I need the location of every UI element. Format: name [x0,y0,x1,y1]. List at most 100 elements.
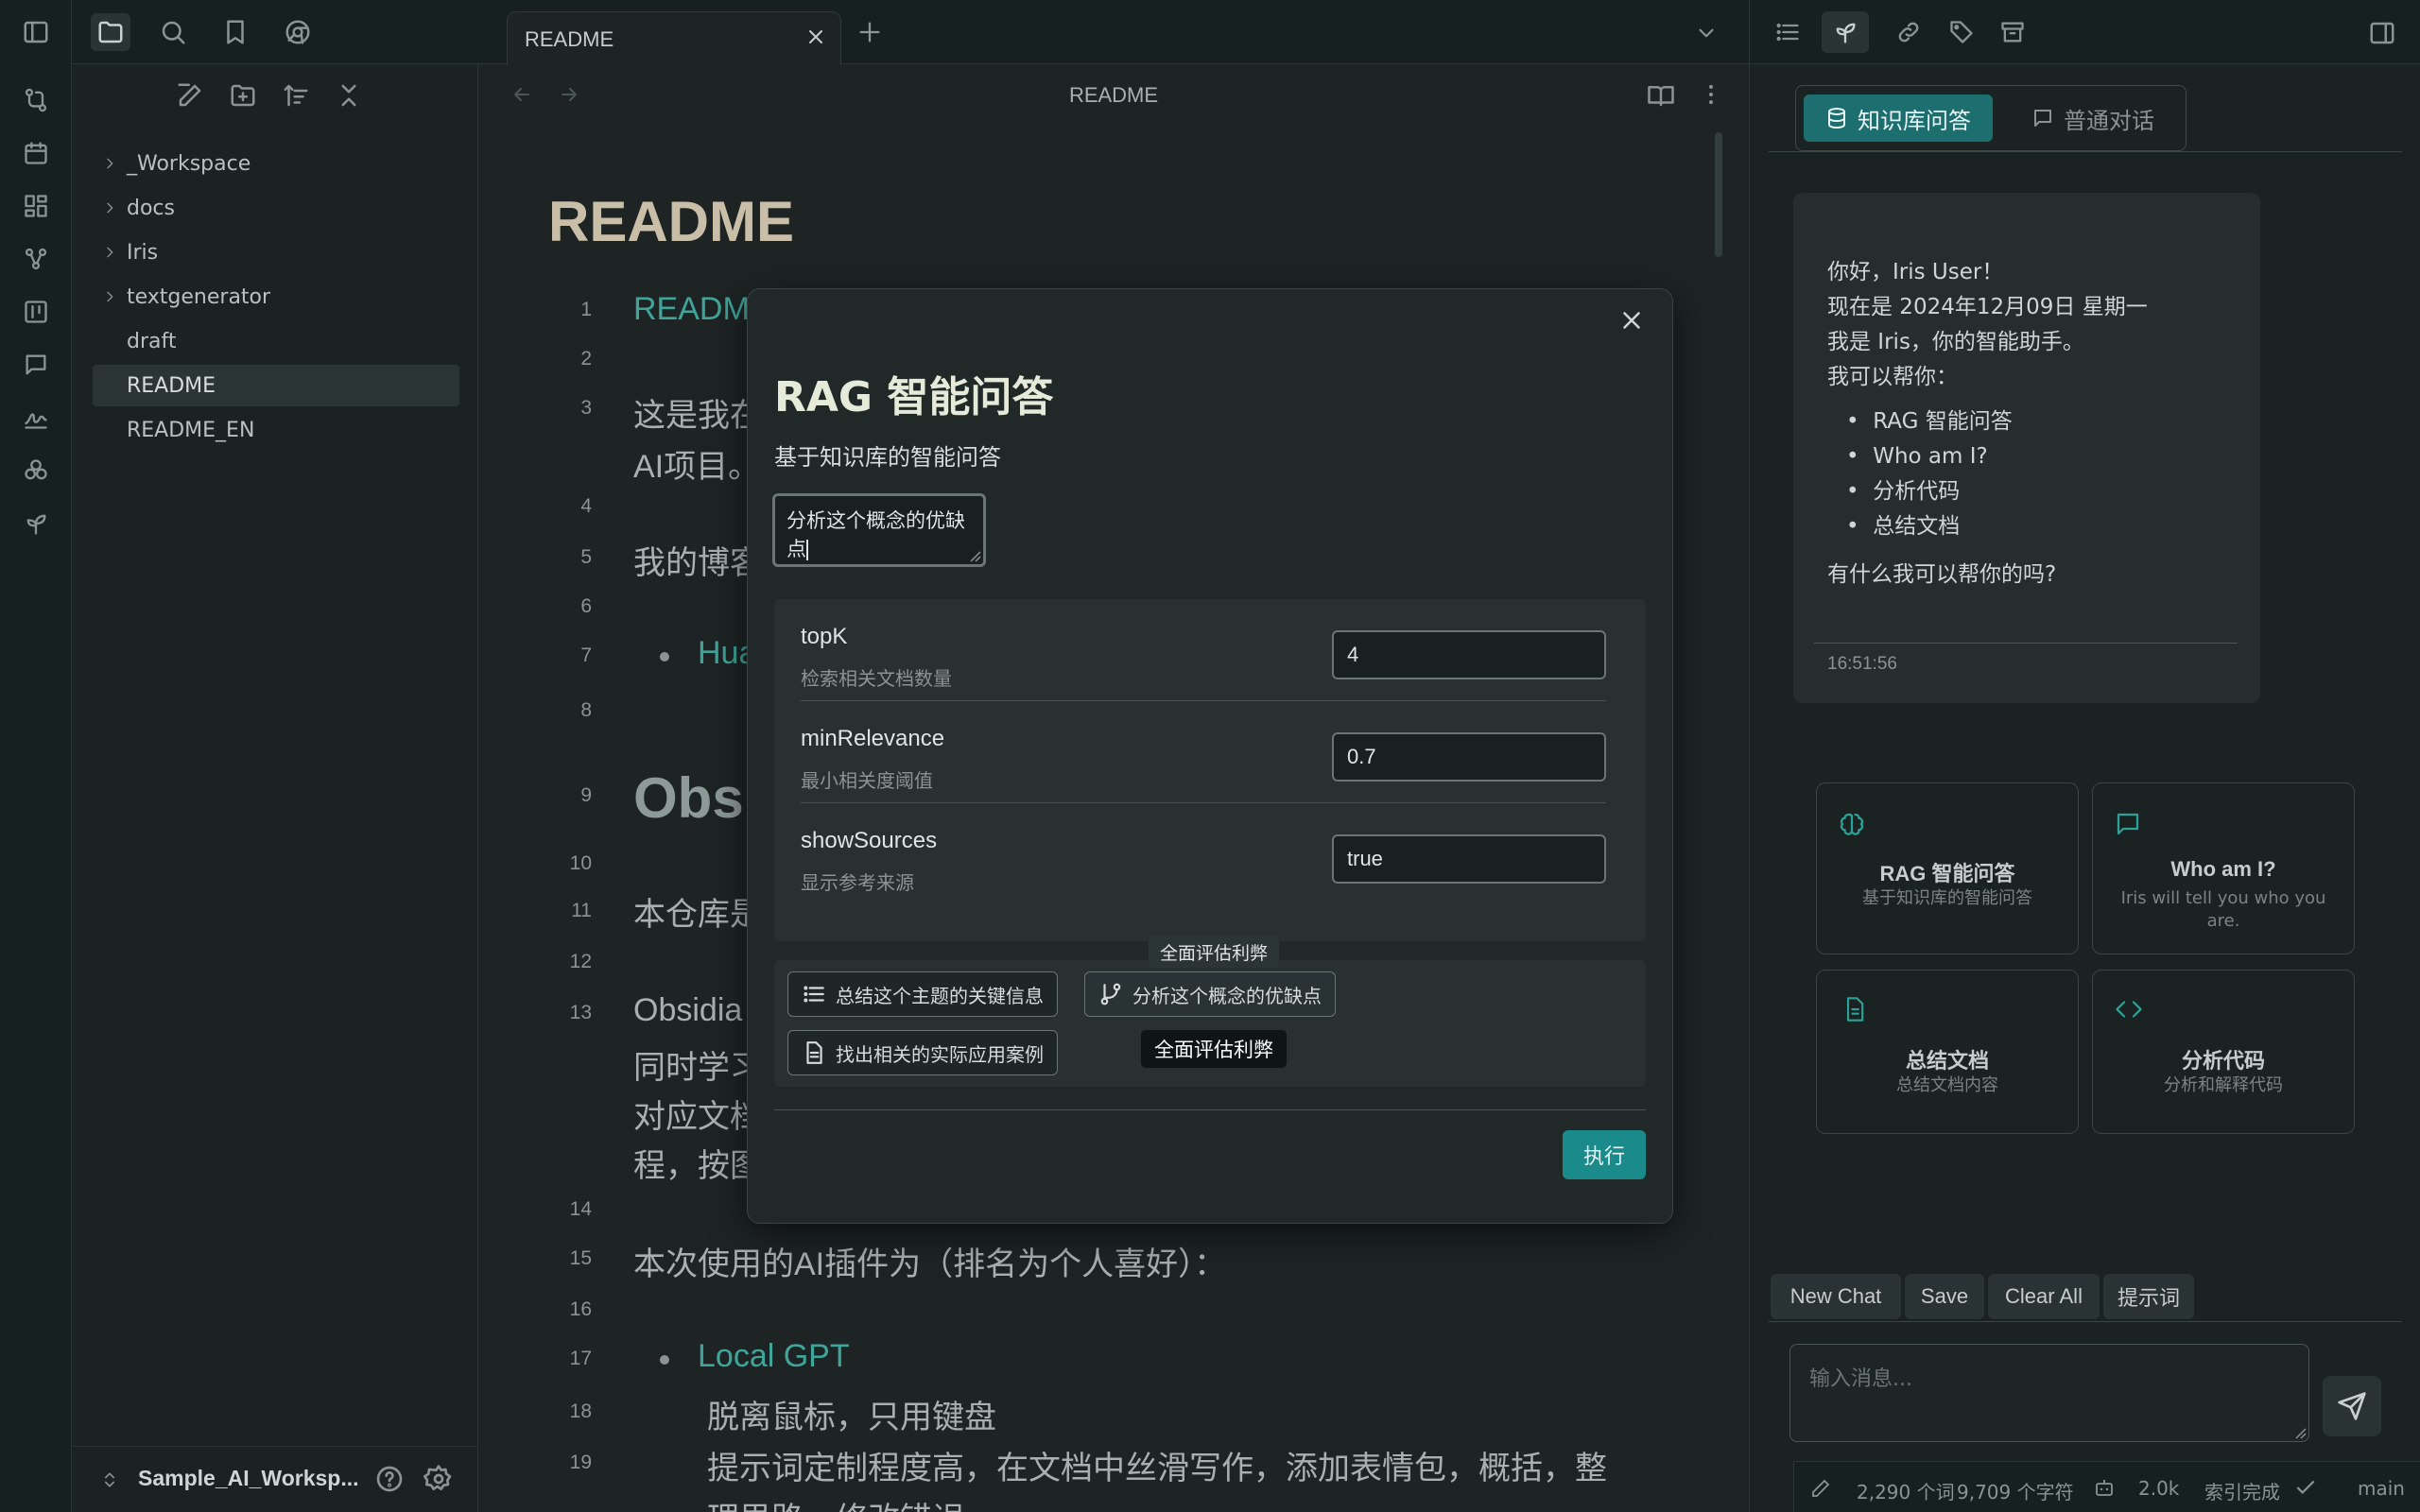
chevron-right-icon [93,245,127,260]
minrelevance-input[interactable]: 0.7 [1332,732,1606,782]
list-item: • RAG 智能问答 [1846,409,2013,434]
settings-gear-icon[interactable] [424,1464,454,1494]
new-chat-button[interactable]: New Chat [1771,1274,1901,1319]
editor-scrollbar[interactable] [1715,132,1722,257]
tab-list-chevron-icon[interactable] [1694,21,1719,45]
card-who-am-i[interactable]: Who am I? Iris will tell you who you are… [2092,782,2355,954]
check-icon [2296,1480,2315,1494]
robot-icon [2096,1480,2113,1496]
tree-file-readme-en[interactable]: README_EN [93,409,459,451]
sort-icon[interactable] [282,81,321,119]
new-tab-icon[interactable] [856,19,883,45]
tab-normal-chat[interactable]: 普通对话 [2008,94,2178,142]
word-count: 2,290 个词 [1857,1481,1955,1503]
sprout-icon[interactable] [19,507,53,541]
tree-folder-textgenerator[interactable]: textgenerator [93,276,459,318]
toggle-sidebar-icon[interactable] [19,15,53,49]
card-analyze-code[interactable]: 分析代码 分析和解释代码 [2092,970,2355,1134]
kanban-icon[interactable] [19,295,53,329]
view-title: README [1068,83,1159,107]
param-name: topK [801,624,848,649]
doc-title: README [548,190,795,253]
prompt-button[interactable]: 提示词 [2103,1274,2194,1319]
greeting-text: 你好，Iris User！ 现在是 2024年12月09日 星期一 我是 Iri… [1827,260,2148,389]
greeting-list: • RAG 智能问答 • Who am I? • 分析代码 • 总结文档 [1846,404,2013,544]
tree-folder-iris[interactable]: Iris [93,232,459,273]
tree-folder-workspace[interactable]: _Workspace [93,143,459,184]
help-icon[interactable] [374,1464,405,1494]
archive-icon[interactable] [1999,19,2026,45]
files-tab-icon[interactable] [91,13,130,51]
dashboard-icon[interactable] [19,189,53,223]
vault-switcher[interactable]: Sample_AI_Worksp... [72,1446,478,1512]
signature-icon[interactable] [19,401,53,435]
bookmark-icon[interactable] [216,13,255,51]
message-icon [2117,813,2139,835]
clear-all-button[interactable]: Clear All [1988,1274,2100,1319]
param-row-topk: topK 检索相关文档数量 4 [801,599,1606,701]
tags-icon[interactable] [1948,19,1975,45]
send-icon [2338,1392,2366,1420]
more-options-icon[interactable] [1698,81,1724,108]
code-icon [2116,1001,2142,1018]
execute-button[interactable]: 执行 [1563,1130,1646,1179]
list-item: • 总结文档 [1846,514,1961,539]
chevron-updown-icon [100,1469,119,1490]
tree-item-label: textgenerator [127,284,271,309]
tree-file-readme[interactable]: README [93,365,459,406]
mode-tabs: 知识库问答 普通对话 [1795,85,2187,151]
rag-modal: RAG 智能问答 基于知识库的智能问答 分析这个概念的优缺点 topK 检索相关… [747,288,1673,1224]
tree-file-draft[interactable]: draft [93,320,459,362]
file-explorer-panel: _Workspace docs Iris textgenerator draft… [72,0,478,1512]
close-tab-icon[interactable] [804,26,827,48]
new-note-icon[interactable] [176,81,216,119]
tab-readme[interactable]: README [507,11,841,65]
showsources-input[interactable]: true [1332,834,1606,884]
pencil-icon [1812,1479,1830,1497]
toggle-right-sidebar-icon[interactable] [2368,19,2396,47]
bullet-dot [660,1355,669,1365]
query-textarea[interactable]: 分析这个概念的优缺点 [772,493,986,567]
modal-title: RAG 智能问答 [774,373,1054,421]
tooltip-bottom: 全面评估利弊 [1141,1030,1287,1068]
chrome-icon[interactable] [278,13,318,51]
tab-knowledge-qa[interactable]: 知识库问答 [1804,94,1993,142]
token-count: 2.0k [2138,1477,2180,1500]
plugins-icon[interactable] [19,454,53,488]
graph-view-icon[interactable] [19,242,53,276]
tree-item-label: draft [127,329,177,353]
status-bar: 2,290 个词 9,709 个字符 2.0k 索引完成 main [1793,1461,2420,1512]
search-icon[interactable] [153,13,193,51]
param-row-showsources: showSources 显示参考来源 true [801,803,1606,905]
chat-icon[interactable] [19,348,53,382]
topk-input[interactable]: 4 [1332,630,1606,679]
left-topbar [72,0,478,64]
param-desc: 显示参考来源 [801,871,914,894]
chevron-right-icon [93,200,127,215]
save-button[interactable]: Save [1905,1274,1984,1319]
suggestion-cases-button[interactable]: 找出相关的实际应用案例 [787,1030,1058,1075]
suggestion-summarize-button[interactable]: 总结这个主题的关键信息 [787,971,1058,1017]
calendar-icon[interactable] [19,136,53,170]
chat-input[interactable]: 输入消息... [1789,1344,2309,1442]
tree-folder-docs[interactable]: docs [93,187,459,229]
list-item: • Who am I? [1846,444,1988,469]
send-button[interactable] [2323,1376,2381,1436]
close-modal-icon[interactable] [1617,306,1646,335]
iris-chat-panel: 知识库问答 普通对话 你好，Iris User！ 现在是 2024年12月09日… [1749,0,2420,1512]
card-rag-qa[interactable]: RAG 智能问答 基于知识库的智能问答 [1816,782,2079,954]
param-name: showSources [801,828,938,853]
card-summarize-doc[interactable]: 总结文档 总结文档内容 [1816,970,2079,1134]
git-icon[interactable] [19,83,53,117]
list-icon [804,986,824,1003]
reading-view-icon[interactable] [1647,81,1675,110]
chevron-right-icon [93,289,127,304]
outline-icon[interactable] [1774,19,1801,45]
backlinks-icon[interactable] [1895,19,1922,45]
collapse-all-icon[interactable] [335,81,374,119]
iris-sprout-icon[interactable] [1822,11,1869,53]
new-folder-icon[interactable] [229,81,268,119]
param-name: minRelevance [801,726,945,751]
suggestion-analyze-button[interactable]: 分析这个概念的优缺点 [1084,971,1336,1017]
chat-input-placeholder: 输入消息... [1809,1367,1912,1391]
